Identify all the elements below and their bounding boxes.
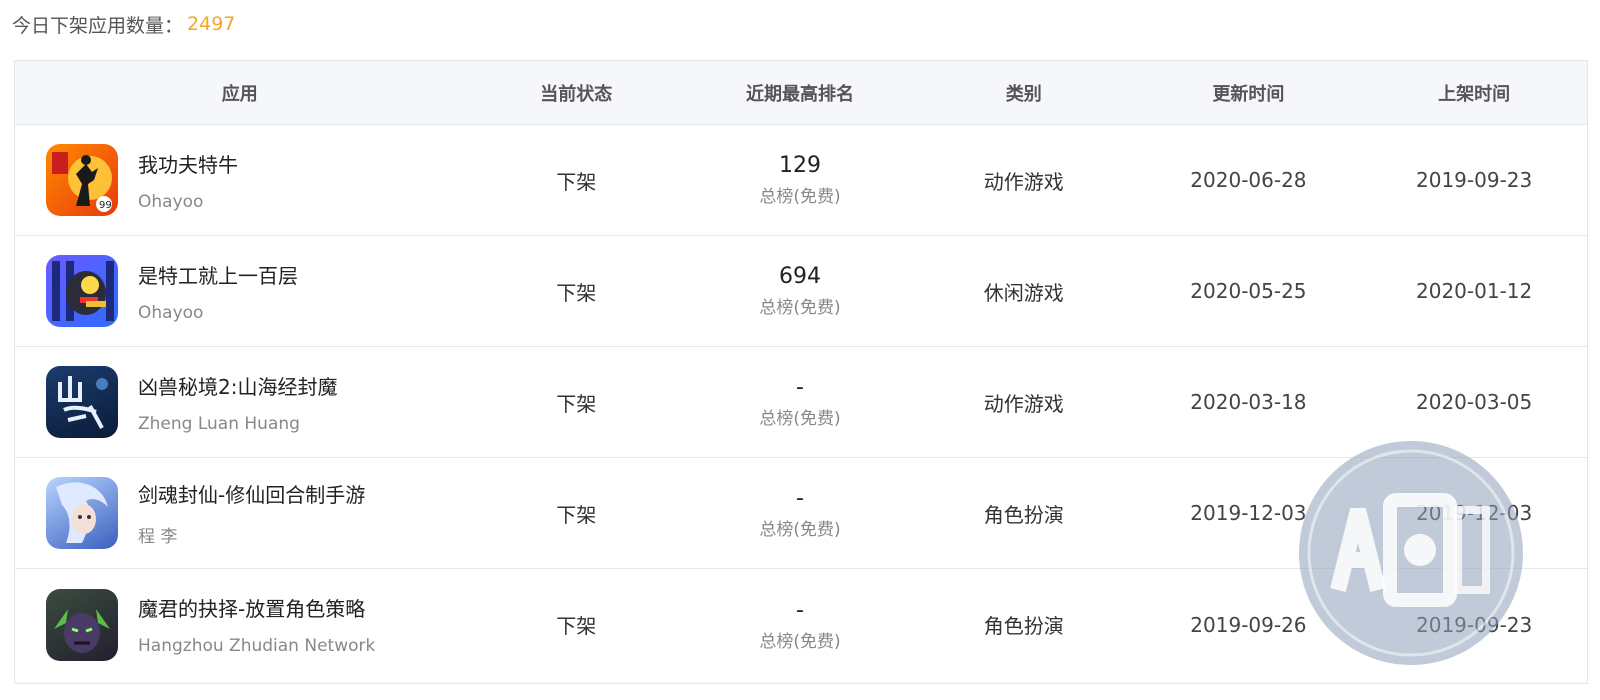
shanhai-app-icon[interactable] (46, 366, 118, 438)
kungfu-app-icon[interactable]: 99 (46, 144, 118, 216)
rank-number: 694 (779, 264, 821, 289)
column-header-listed[interactable]: 上架时间 (1361, 80, 1587, 106)
category-text: 动作游戏 (983, 169, 1064, 194)
listed-date: 2019-09-23 (1416, 168, 1533, 192)
app-cell[interactable]: 凶兽秘境2:山海经封魔 Zheng Luan Huang (15, 366, 464, 438)
app-cell[interactable]: 魔君的抉择-放置角色策略 Hangzhou Zhudian Network (15, 588, 464, 661)
rank-cell: - 总榜(免费) (688, 486, 912, 540)
updated-date: 2020-05-25 (1190, 279, 1307, 303)
column-header-category[interactable]: 类别 (912, 80, 1136, 106)
app-developer: 程 李 (138, 527, 178, 547)
listed-date: 2019-12-03 (1416, 501, 1533, 525)
app-developer: Zheng Luan Huang (138, 413, 300, 434)
app-cell[interactable]: 剑魂封仙-修仙回合制手游 程 李 (15, 477, 464, 549)
app-developer: Ohayoo (138, 191, 204, 212)
table-header: 应用 当前状态 近期最高排名 类别 更新时间 上架时间 (15, 61, 1587, 125)
rank-board: 总榜(免费) (759, 409, 841, 429)
summary-bar: 今日下架应用数量： 2497 (12, 10, 235, 38)
rank-cell: - 总榜(免费) (688, 598, 912, 652)
app-developer: Ohayoo (138, 302, 204, 323)
rank-number: - (796, 486, 804, 511)
rank-number: 129 (779, 153, 821, 178)
listed-date: 2020-03-05 (1416, 390, 1533, 414)
app-name[interactable]: 剑魂封仙-修仙回合制手游 (138, 479, 365, 508)
status-text: 下架 (556, 502, 597, 527)
table-row[interactable]: 凶兽秘境2:山海经封魔 Zheng Luan Huang 下架 - 总榜(免费)… (15, 347, 1587, 458)
updated-date: 2020-06-28 (1190, 168, 1307, 192)
rank-board: 总榜(免费) (759, 298, 841, 318)
app-name[interactable]: 是特工就上一百层 (138, 260, 298, 289)
column-header-rank[interactable]: 近期最高排名 (688, 80, 912, 106)
removed-count: 2497 (187, 13, 236, 35)
summary-label: 今日下架应用数量： (12, 14, 184, 37)
app-name[interactable]: 凶兽秘境2:山海经封魔 (138, 371, 337, 400)
column-header-app[interactable]: 应用 (15, 80, 464, 106)
column-header-status[interactable]: 当前状态 (464, 80, 688, 106)
jianhun-app-icon[interactable] (46, 477, 118, 549)
app-cell[interactable]: 99 我功夫特牛 Ohayoo (15, 144, 464, 216)
removed-apps-table: 应用 当前状态 近期最高排名 类别 更新时间 上架时间 99 我功夫特牛 Oha… (14, 60, 1588, 684)
rank-board: 总榜(免费) (759, 187, 841, 207)
agent-app-icon[interactable] (46, 255, 118, 327)
app-name[interactable]: 魔君的抉择-放置角色策略 (138, 593, 375, 622)
svg-text:99: 99 (99, 200, 112, 211)
status-text: 下架 (556, 391, 597, 416)
listed-date: 2020-01-12 (1416, 279, 1533, 303)
rank-cell: - 总榜(免费) (688, 375, 912, 429)
app-cell[interactable]: 是特工就上一百层 Ohayoo (15, 255, 464, 327)
category-text: 休闲游戏 (983, 280, 1064, 305)
rank-board: 总榜(免费) (759, 631, 841, 652)
updated-date: 2019-09-26 (1190, 612, 1307, 637)
table-row[interactable]: 99 我功夫特牛 Ohayoo 下架 129 总榜(免费) 动作游戏 2020-… (15, 125, 1587, 236)
updated-date: 2019-12-03 (1190, 501, 1307, 525)
category-text: 角色扮演 (983, 614, 1064, 638)
status-text: 下架 (556, 614, 597, 638)
rank-number: - (796, 597, 804, 623)
column-header-updated[interactable]: 更新时间 (1136, 80, 1362, 106)
category-text: 动作游戏 (983, 391, 1064, 416)
rank-number: - (796, 375, 804, 400)
status-text: 下架 (556, 169, 597, 194)
table-row[interactable]: 魔君的抉择-放置角色策略 Hangzhou Zhudian Network 下架… (15, 569, 1587, 680)
table-row[interactable]: 剑魂封仙-修仙回合制手游 程 李 下架 - 总榜(免费) 角色扮演 2019-1… (15, 458, 1587, 569)
app-developer: Hangzhou Zhudian Network (138, 636, 376, 656)
rank-cell: 694 总榜(免费) (688, 264, 912, 318)
rank-cell: 129 总榜(免费) (688, 153, 912, 207)
table-row[interactable]: 是特工就上一百层 Ohayoo 下架 694 总榜(免费) 休闲游戏 2020-… (15, 236, 1587, 347)
updated-date: 2020-03-18 (1190, 390, 1307, 414)
mojun-app-icon[interactable] (46, 588, 118, 661)
app-name[interactable]: 我功夫特牛 (138, 149, 238, 178)
listed-date: 2019-09-23 (1416, 612, 1533, 637)
rank-board: 总榜(免费) (759, 520, 841, 540)
status-text: 下架 (556, 280, 597, 305)
category-text: 角色扮演 (983, 502, 1064, 527)
